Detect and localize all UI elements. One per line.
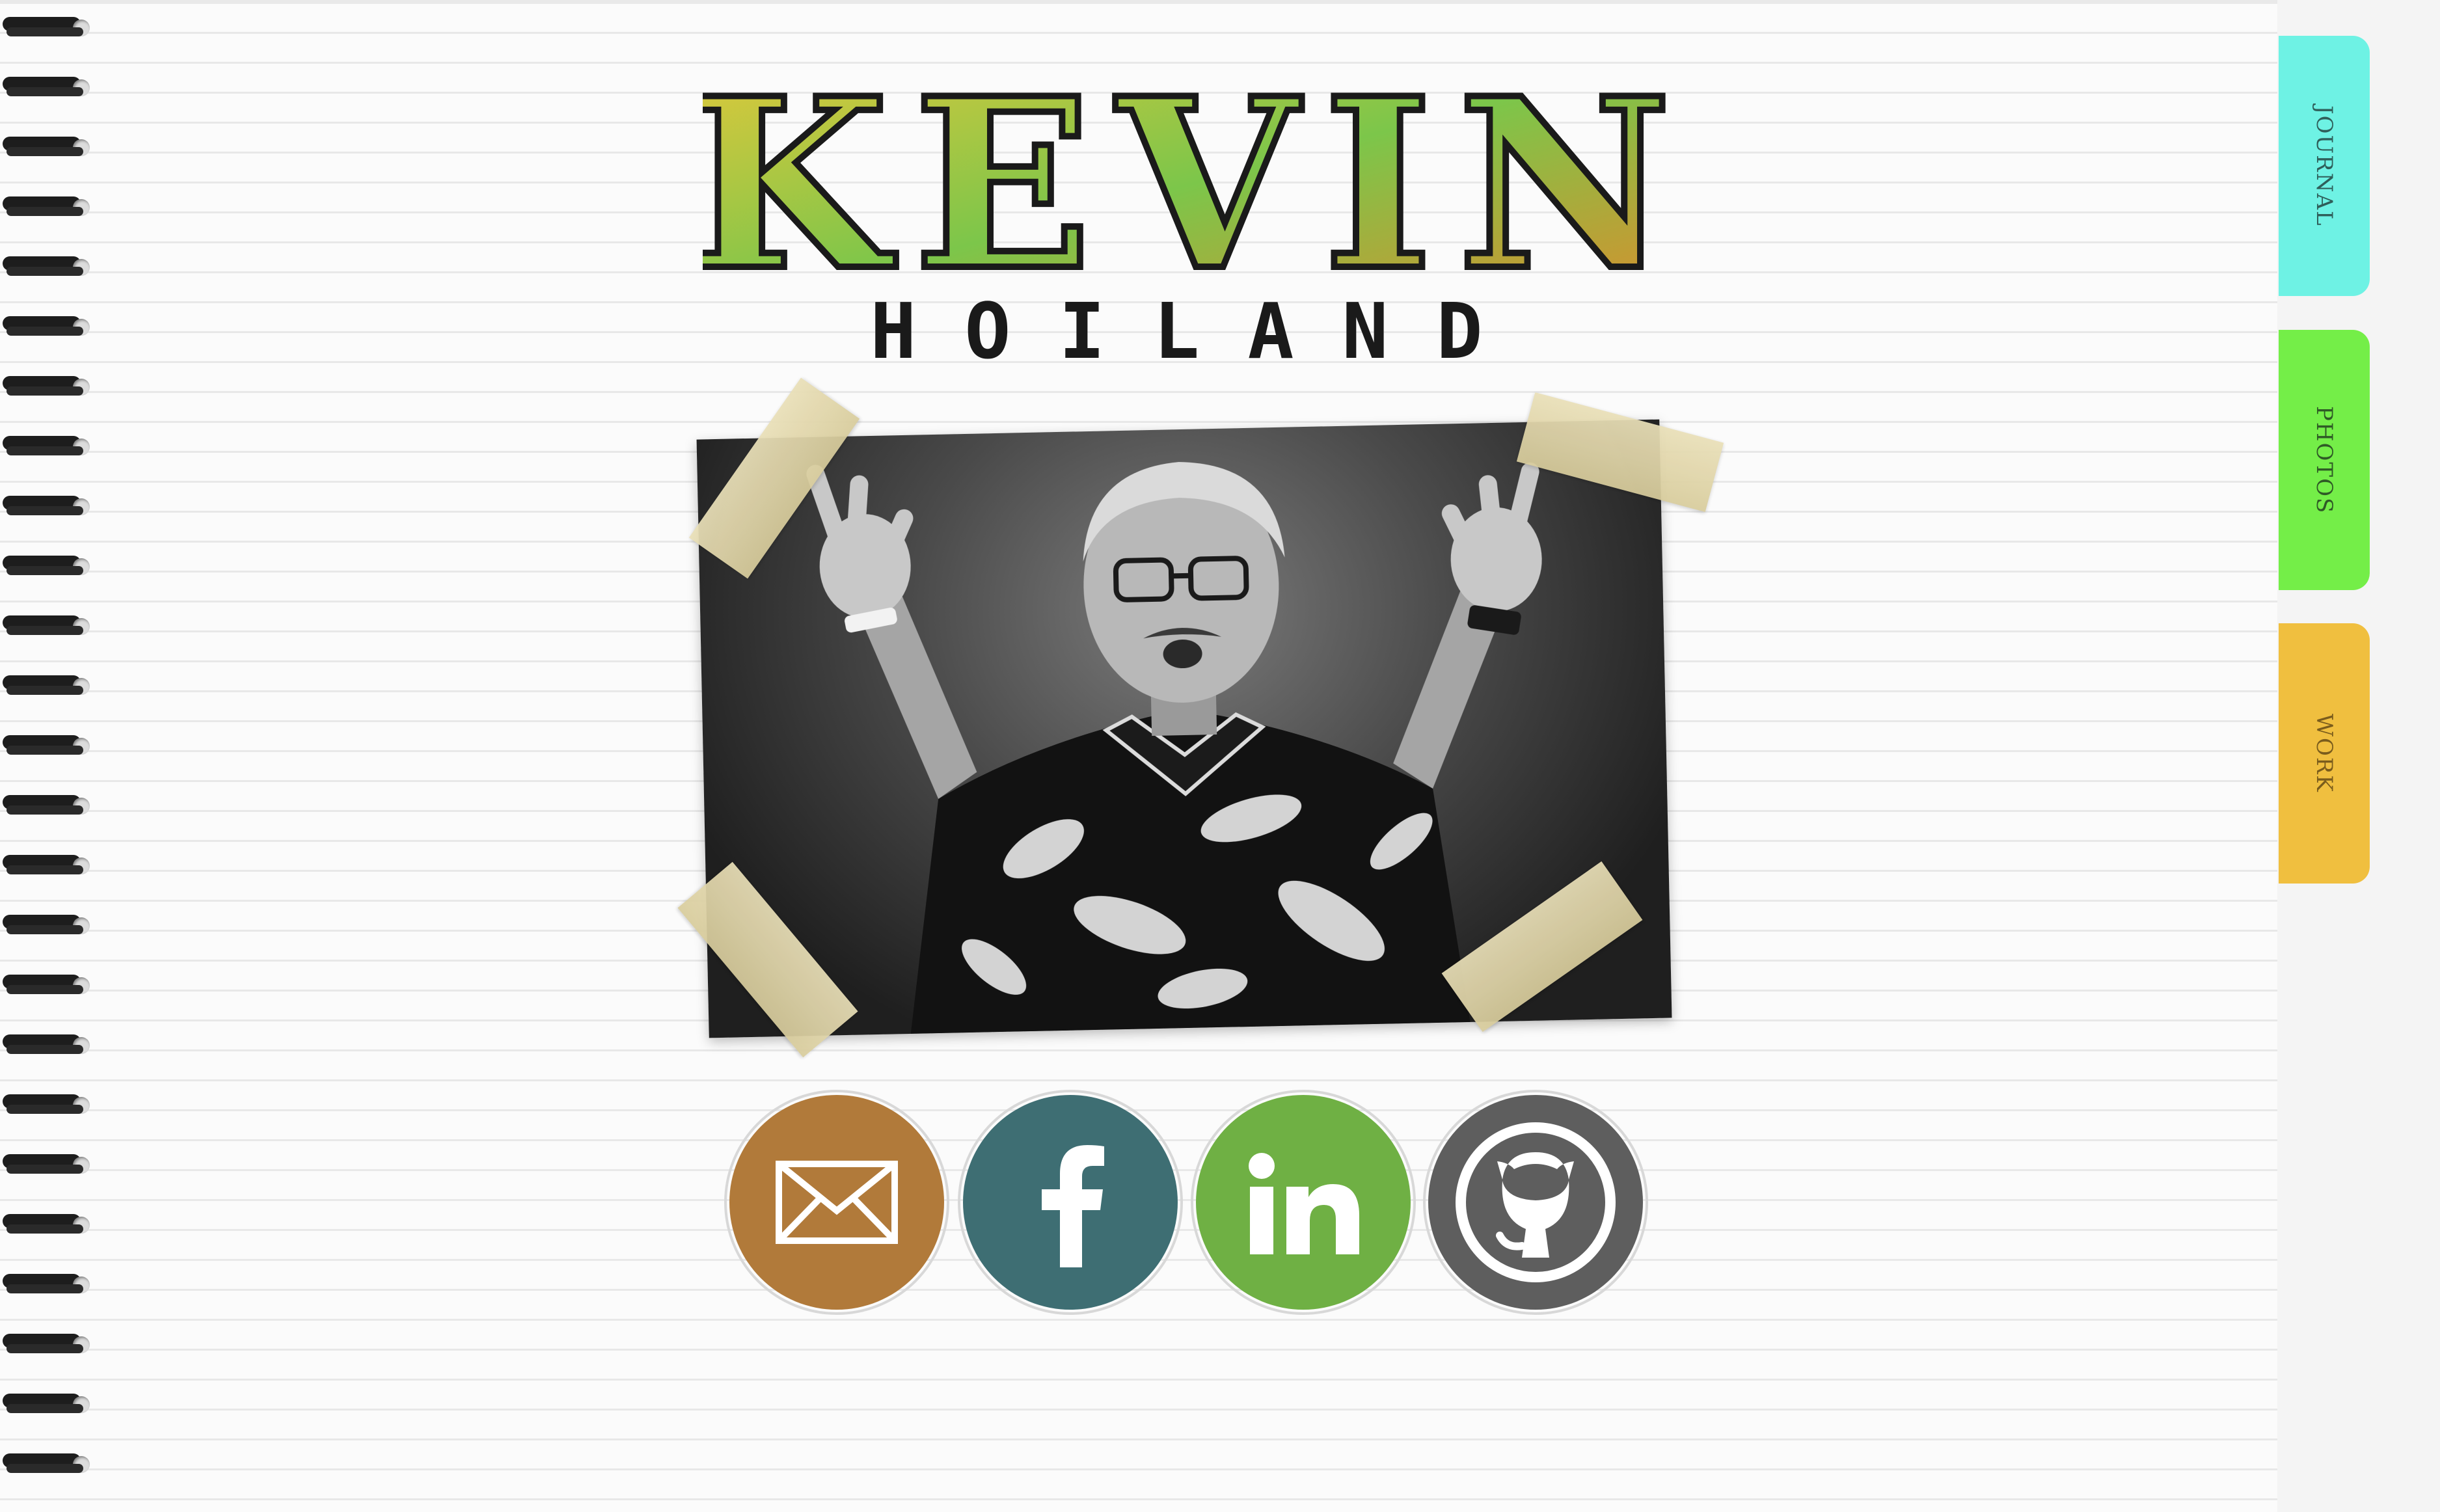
github-icon	[1456, 1122, 1616, 1282]
spiral-ring	[3, 73, 91, 103]
spiral-ring	[3, 1390, 91, 1420]
spiral-ring	[3, 791, 91, 821]
spiral-ring	[3, 372, 91, 402]
spiral-binding	[0, 13, 98, 1512]
email-button-fill	[729, 1095, 944, 1310]
spiral-ring	[3, 1210, 91, 1240]
spiral-ring	[3, 1450, 91, 1479]
spiral-ring	[3, 13, 91, 43]
spiral-ring	[3, 252, 91, 282]
github-button[interactable]	[1423, 1090, 1648, 1315]
spiral-ring	[3, 133, 91, 163]
spiral-ring	[3, 1330, 91, 1360]
linkedin-button-fill	[1196, 1095, 1411, 1310]
tab-work-label: WORK	[2311, 714, 2337, 793]
spiral-ring	[3, 1150, 91, 1180]
spiral-ring	[3, 731, 91, 761]
spiral-ring	[3, 612, 91, 641]
surname: HOILAND	[870, 286, 1531, 376]
tab-journal-label: JOURNAL	[2311, 105, 2337, 227]
spiral-ring	[3, 911, 91, 941]
github-button-fill	[1428, 1095, 1643, 1310]
facebook-button-fill	[963, 1095, 1178, 1310]
spiral-ring	[3, 1270, 91, 1300]
tab-work[interactable]: WORK	[2279, 623, 2370, 884]
spiral-ring	[3, 851, 91, 881]
linkedin-icon	[1249, 1153, 1359, 1254]
facebook-button[interactable]	[958, 1090, 1183, 1315]
envelope-icon	[776, 1161, 898, 1244]
kevin-logo: KEVIN	[703, 72, 1679, 293]
spiral-ring	[3, 492, 91, 522]
tab-photos-label: PHOTOS	[2311, 405, 2337, 515]
tab-journal[interactable]: JOURNAL	[2279, 36, 2370, 296]
spiral-ring	[3, 1090, 91, 1120]
linkedin-button[interactable]	[1191, 1090, 1416, 1315]
spiral-ring	[3, 552, 91, 582]
spiral-ring	[3, 671, 91, 701]
spiral-ring	[3, 312, 91, 342]
email-button[interactable]	[724, 1090, 949, 1315]
spiral-ring	[3, 971, 91, 1001]
spiral-ring	[3, 193, 91, 223]
spiral-ring	[3, 1031, 91, 1060]
logo-first-name: KEVIN	[703, 72, 1679, 293]
tab-photos[interactable]: PHOTOS	[2279, 330, 2370, 590]
facebook-icon	[1042, 1145, 1104, 1267]
photo-frame	[677, 377, 1724, 1060]
spiral-ring	[3, 432, 91, 462]
